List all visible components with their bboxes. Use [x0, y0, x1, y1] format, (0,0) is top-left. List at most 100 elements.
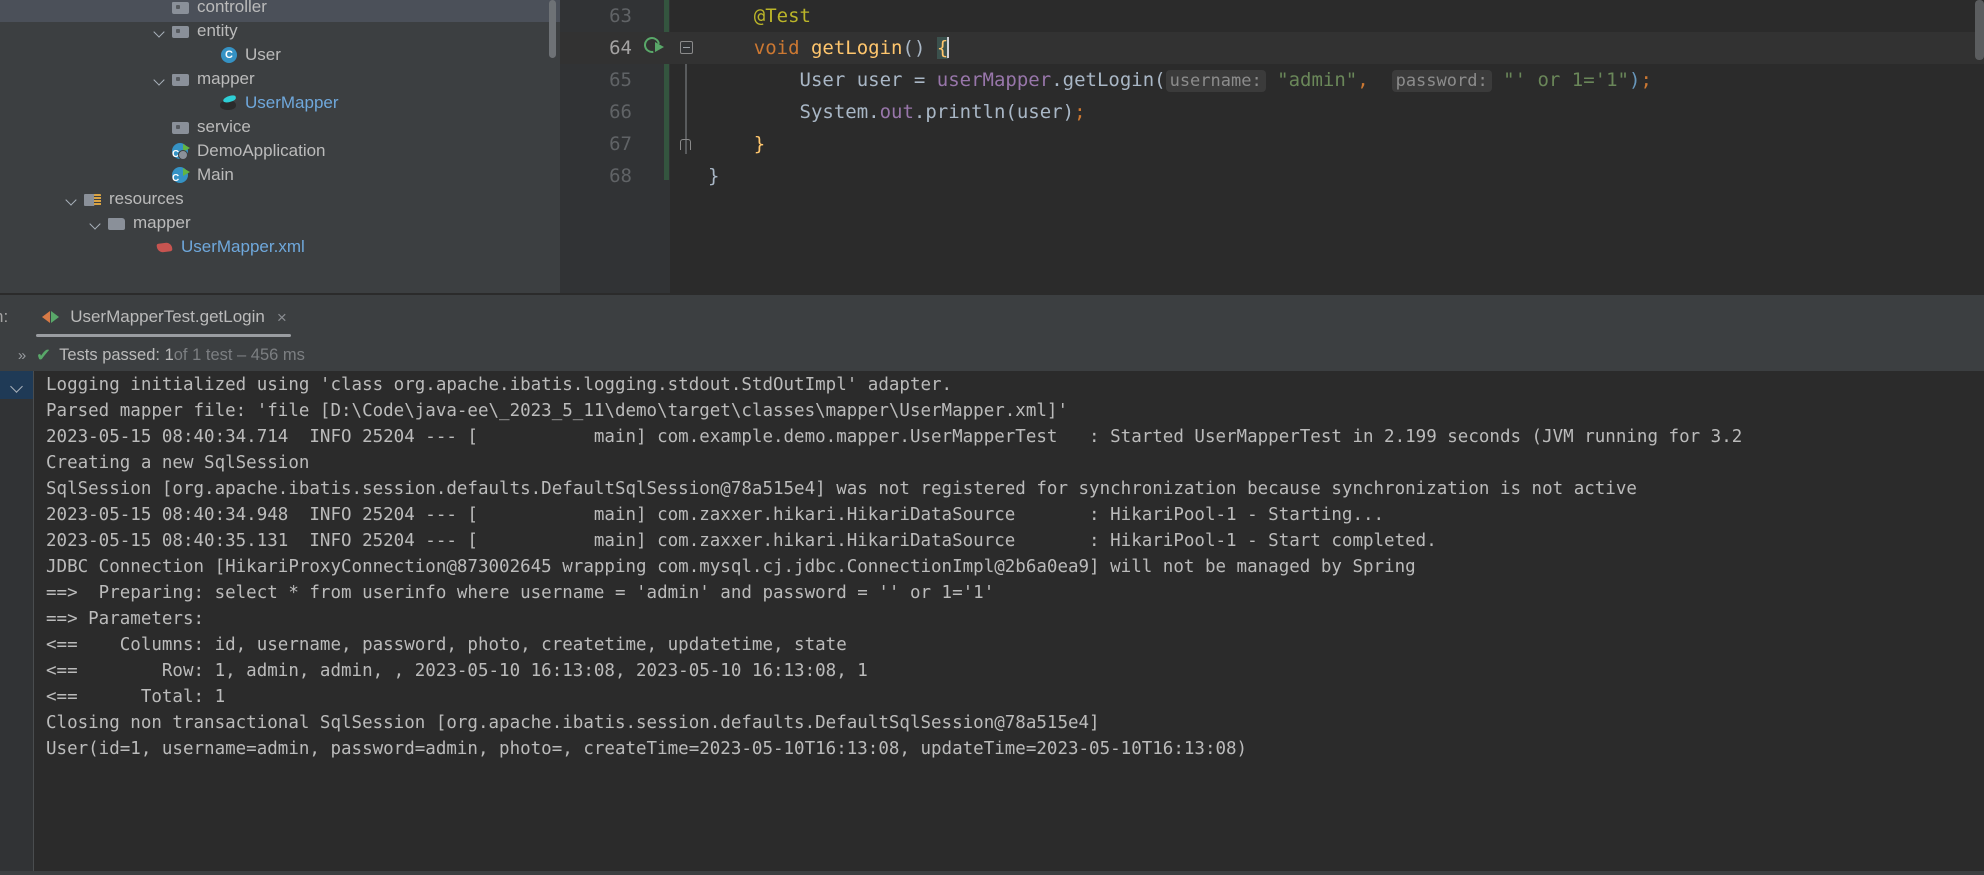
code-editor[interactable]: 63 @Test 64 void getLogin() {65 User user…	[560, 0, 1984, 293]
console-line: SqlSession [org.apache.ibatis.session.de…	[46, 479, 1637, 499]
tree-item-label: service	[197, 117, 251, 136]
tree-item-label: mapper	[197, 69, 255, 88]
expand-icon[interactable]: »	[10, 347, 34, 364]
editor-line-68[interactable]: 68}	[560, 160, 1984, 192]
resources-folder-icon	[84, 190, 102, 208]
code-token: )	[1629, 69, 1641, 91]
run-test-gutter-icon[interactable]	[640, 33, 666, 59]
line-number: 67	[609, 133, 632, 155]
project-tool-window[interactable]: controller entity C User mapper UserMapper ser…	[0, 0, 560, 293]
code-token: }	[708, 165, 720, 187]
run-tab-usermappertest-getlogin[interactable]: UserMapperTest.getLogin ×	[30, 295, 297, 339]
console-line: <== Total: 1	[46, 687, 226, 707]
chevron-down-icon[interactable]	[10, 379, 24, 393]
code-token: getLogin	[810, 37, 903, 59]
console-line: 2023-05-15 08:40:34.714 INFO 25204 --- […	[46, 427, 1743, 447]
console-line: Parsed mapper file: 'file [D:\Code\java-…	[46, 401, 1068, 421]
code-fold-collapse-icon[interactable]	[680, 41, 694, 55]
code-token: ;	[1074, 101, 1086, 123]
tree-item-label: entity	[197, 21, 238, 40]
console-line: <== Row: 1, admin, admin, , 2023-05-10 1…	[46, 661, 868, 681]
chevron-down-icon[interactable]	[88, 215, 104, 231]
console-gutter[interactable]	[0, 371, 33, 871]
tree-item-label: Main	[197, 165, 234, 184]
code-token: void	[753, 37, 800, 59]
editor-line-63[interactable]: 63 @Test	[560, 0, 1984, 32]
editor-line-66[interactable]: 66 System.out.println(user);	[560, 96, 1984, 128]
success-check-icon: ✔	[36, 345, 52, 365]
line-number: 64	[609, 37, 632, 59]
code-token: @Test	[753, 5, 811, 27]
code-token: System.	[799, 101, 880, 123]
tree-item-usermapper-xml[interactable]: UserMapper.xml	[0, 232, 560, 262]
class-letter: C	[172, 173, 180, 184]
chevron-down-icon[interactable]	[64, 191, 80, 207]
code-token: ()	[902, 37, 937, 59]
console-line: User(id=1, username=admin, password=admi…	[46, 739, 1248, 759]
ide-window: controller entity C User mapper UserMapper ser…	[0, 0, 1984, 875]
code-text[interactable]: }	[708, 160, 719, 192]
tests-passed-label: Tests passed: 1	[59, 345, 174, 364]
top-area: controller entity C User mapper UserMapper ser…	[0, 0, 1984, 293]
runnable-class-icon: C	[172, 166, 190, 184]
console-line: ==> Preparing: select * from userinfo wh…	[46, 583, 995, 603]
tree-item-label: UserMapper.xml	[181, 237, 305, 256]
tab-active-underline	[36, 334, 291, 337]
code-text[interactable]: @Test	[708, 0, 811, 32]
line-number: 66	[609, 101, 632, 123]
folder-icon	[172, 22, 190, 40]
plain-folder-icon	[108, 214, 126, 232]
console-line: JDBC Connection [HikariProxyConnection@8…	[46, 557, 1416, 577]
boot-badge-icon	[178, 150, 188, 160]
mybatis-mapper-icon	[220, 94, 238, 112]
console-output[interactable]: Logging initialized using 'class org.apa…	[0, 371, 1984, 871]
close-icon[interactable]: ×	[277, 309, 287, 326]
console-line: 2023-05-15 08:40:34.948 INFO 25204 --- […	[46, 505, 1385, 525]
tree-item-label: DemoApplication	[197, 141, 326, 160]
tree-item-label: resources	[109, 189, 184, 208]
editor-scrollbar[interactable]	[1975, 0, 1984, 60]
class-letter: C	[225, 49, 233, 61]
code-text[interactable]: }	[708, 128, 765, 160]
code-fold-end-icon[interactable]	[680, 137, 694, 151]
java-class-icon: C	[220, 46, 238, 64]
chevron-down-icon[interactable]	[152, 23, 168, 39]
chevron-down-icon[interactable]	[152, 71, 168, 87]
code-token: .println(user)	[913, 101, 1075, 123]
tree-item-label: UserMapper	[245, 93, 339, 112]
editor-line-64[interactable]: 64 void getLogin() {	[560, 32, 1984, 64]
code-text[interactable]: User user = userMapper.getLogin(username…	[708, 64, 1652, 97]
project-tree-scrollbar[interactable]	[549, 0, 556, 58]
run-tab-title: UserMapperTest.getLogin	[70, 307, 265, 326]
console-line-list[interactable]: Logging initialized using 'class org.apa…	[33, 371, 1984, 871]
code-token: }	[753, 133, 766, 155]
tree-item-label: User	[245, 45, 281, 64]
code-token: password:	[1391, 70, 1492, 92]
code-text[interactable]: System.out.println(user);	[708, 96, 1086, 128]
console-line: Creating a new SqlSession	[46, 453, 310, 473]
editor-line-67[interactable]: 67 }	[560, 128, 1984, 160]
code-text[interactable]: void getLogin() {	[708, 32, 950, 64]
editor-line-65[interactable]: 65 User user = userMapper.getLogin(usern…	[560, 64, 1984, 96]
code-token: ;	[1640, 69, 1652, 91]
code-token: "' or 1='1"	[1503, 69, 1629, 91]
code-token: ,	[1357, 69, 1369, 91]
tests-detail-label: of 1 test – 456 ms	[173, 345, 305, 364]
text-caret	[947, 37, 950, 58]
console-line: ==> Parameters:	[46, 609, 215, 629]
